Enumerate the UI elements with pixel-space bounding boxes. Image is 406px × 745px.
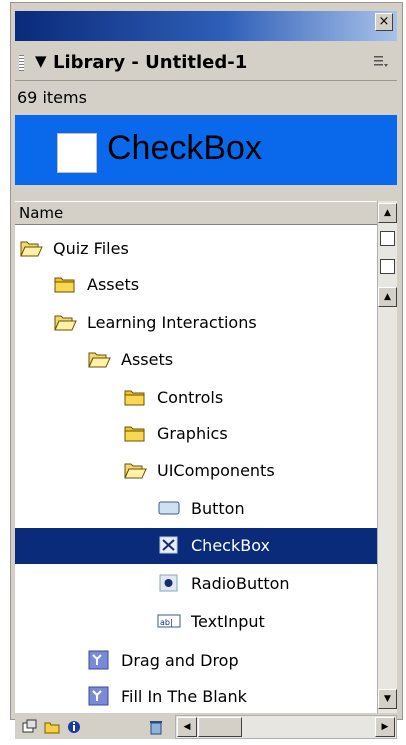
checkbox-preview-icon: [57, 133, 97, 173]
list-item[interactable]: Button: [15, 491, 377, 527]
library-title: Library - Untitled-1: [53, 52, 248, 73]
symbol-preview: CheckBox: [15, 115, 397, 185]
svg-text:ab|: ab|: [160, 618, 173, 627]
library-header: ▼ Library - Untitled-1: [15, 46, 397, 81]
vertical-scrollbar[interactable]: ▲ ▲ ▼: [377, 201, 397, 713]
list-item-label: Assets: [121, 350, 174, 369]
checkbox-component-icon: [157, 534, 181, 556]
scroll-down-icon[interactable]: ▼: [378, 689, 397, 709]
list-item-label: Graphics: [157, 424, 228, 443]
list-item[interactable]: RadioButton: [15, 566, 377, 602]
horizontal-scroll-thumb[interactable]: [198, 717, 242, 737]
narrow-library-view-icon[interactable]: [380, 259, 395, 274]
folder-open-icon: [123, 459, 147, 481]
list-item[interactable]: UIComponents: [15, 453, 377, 489]
library-item-list: Quiz Files Assets Learning Interactions Ass…: [15, 225, 377, 713]
collapse-arrow-icon[interactable]: ▼: [35, 52, 47, 70]
radiobutton-component-icon: [157, 572, 181, 594]
new-symbol-icon[interactable]: [21, 719, 39, 735]
list-item[interactable]: Quiz Files: [15, 231, 377, 267]
button-component-icon: [157, 497, 181, 519]
column-header-name[interactable]: Name: [15, 201, 377, 225]
library-panel: × ▼ Library - Untitled-1 69 items CheckB…: [10, 2, 403, 739]
list-item[interactable]: Controls: [15, 380, 377, 416]
list-item[interactable]: ab| TextInput: [15, 604, 377, 640]
list-item[interactable]: Learning Interactions: [15, 305, 377, 341]
folder-closed-icon: [123, 386, 147, 408]
panel-grip-icon[interactable]: [19, 55, 24, 71]
list-item[interactable]: Fill In The Blank: [15, 679, 377, 713]
movieclip-symbol-icon: [87, 649, 111, 671]
list-item-label: Drag and Drop: [121, 651, 239, 670]
list-item[interactable]: Drag and Drop: [15, 643, 377, 679]
scroll-up-top-icon[interactable]: ▲: [378, 203, 397, 223]
list-item-label: Quiz Files: [53, 239, 129, 258]
list-item-label: Learning Interactions: [87, 313, 257, 332]
properties-icon[interactable]: [65, 719, 83, 735]
close-icon: ×: [378, 14, 390, 29]
list-item[interactable]: Assets: [15, 267, 377, 303]
scroll-left-icon[interactable]: ◀: [177, 717, 197, 737]
wide-library-view-icon[interactable]: [380, 231, 395, 246]
movieclip-symbol-icon: [87, 685, 111, 707]
horizontal-scrollbar[interactable]: ◀ ▶: [175, 715, 397, 739]
list-item-label: UIComponents: [157, 461, 275, 480]
panel-options-icon[interactable]: [373, 54, 389, 70]
list-item-label: Assets: [87, 275, 140, 294]
folder-open-icon: [87, 348, 111, 370]
folder-closed-icon: [53, 273, 77, 295]
list-item[interactable]: Graphics: [15, 416, 377, 452]
close-button[interactable]: ×: [375, 13, 393, 31]
list-item-label: CheckBox: [191, 536, 270, 555]
textinput-component-icon: ab|: [157, 610, 181, 632]
scroll-up-icon[interactable]: ▲: [378, 287, 397, 307]
list-item-label: Button: [191, 499, 245, 518]
item-count: 69 items: [17, 88, 87, 107]
list-item-label: TextInput: [191, 612, 265, 631]
list-item-label: RadioButton: [191, 574, 290, 593]
new-folder-icon[interactable]: [43, 719, 61, 735]
folder-open-icon: [53, 311, 77, 333]
window-titlebar[interactable]: [15, 11, 397, 41]
preview-label: CheckBox: [107, 129, 262, 167]
folder-open-icon: [19, 237, 43, 259]
folder-closed-icon: [123, 422, 147, 444]
delete-icon[interactable]: [147, 719, 165, 735]
list-item-label: Fill In The Blank: [121, 687, 247, 706]
scroll-right-icon[interactable]: ▶: [375, 717, 395, 737]
list-item[interactable]: CheckBox: [15, 528, 377, 564]
list-item-label: Controls: [157, 388, 224, 407]
list-item[interactable]: Assets: [15, 342, 377, 378]
